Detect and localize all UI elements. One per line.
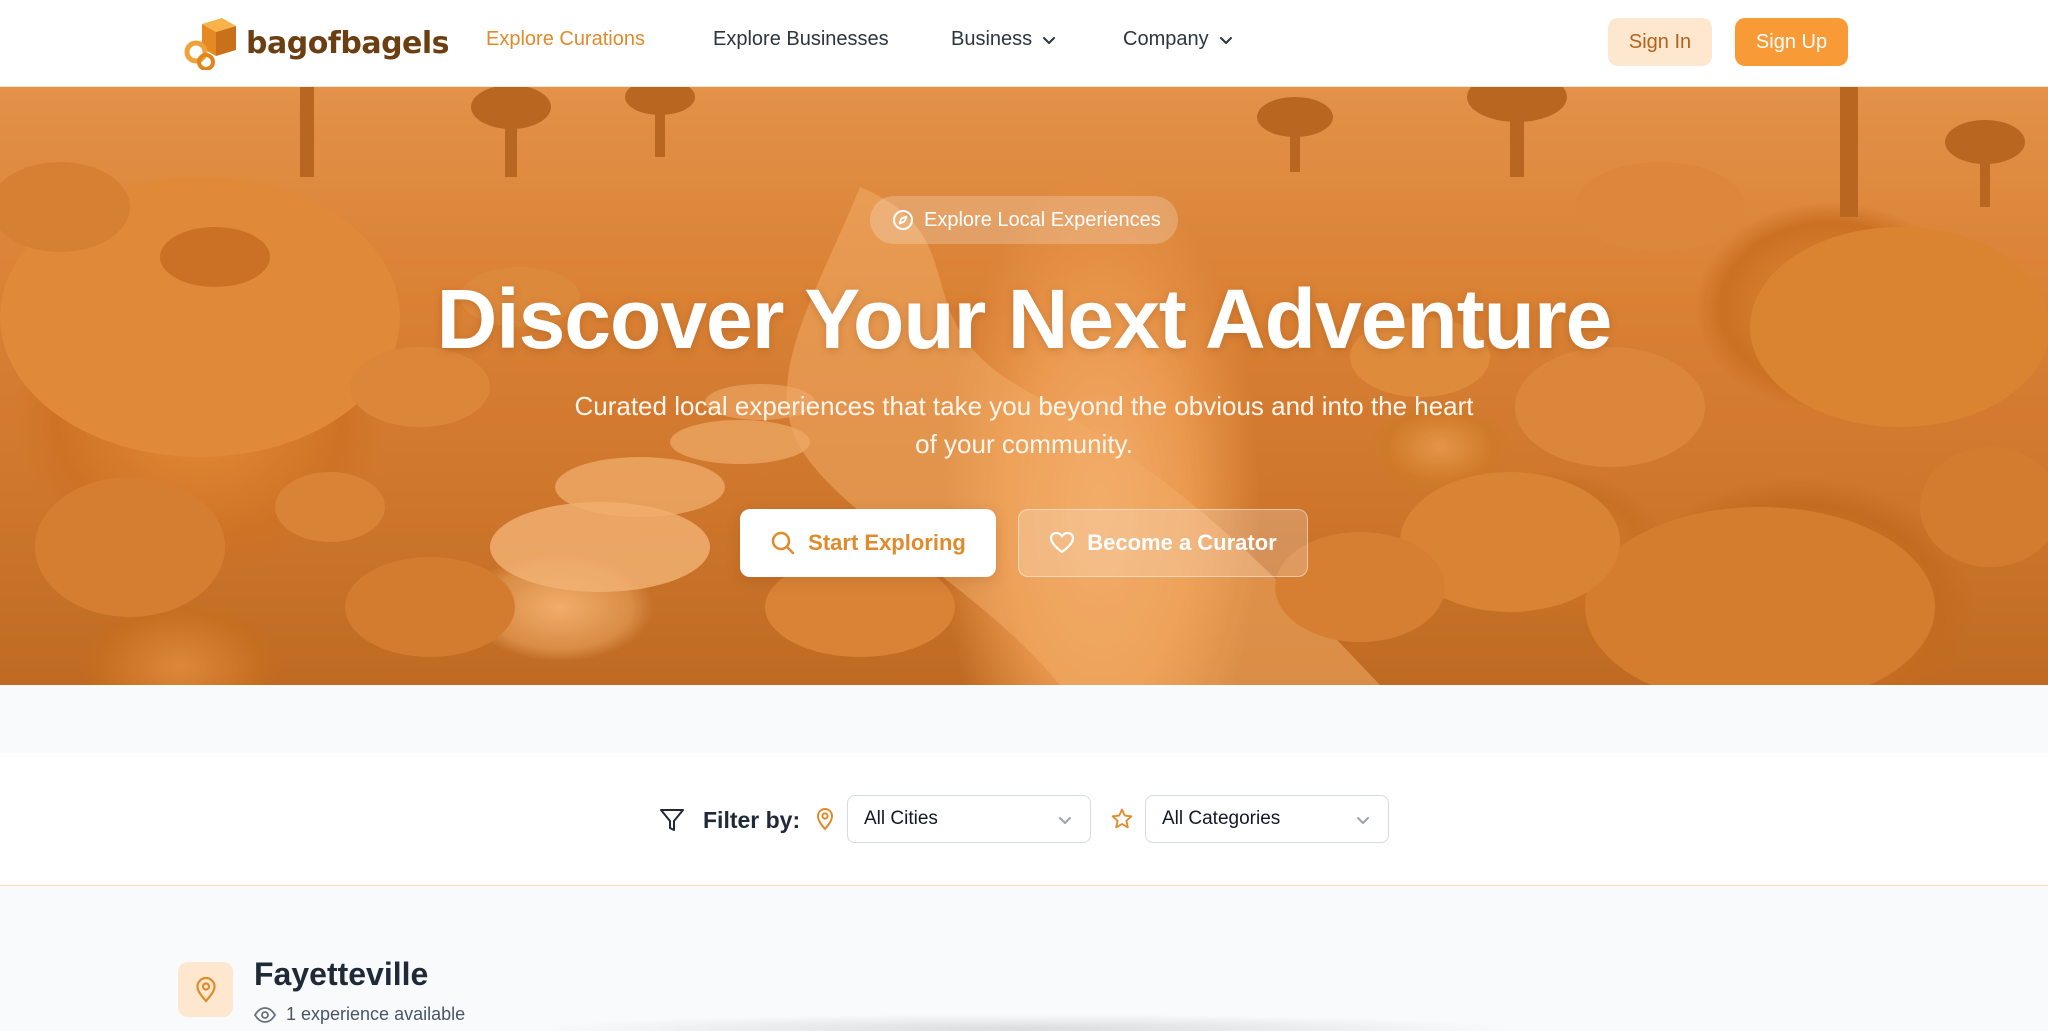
hero-tint-overlay [0,87,2048,685]
chevron-down-icon [1059,817,1071,824]
become-curator-button[interactable]: Become a Curator [1018,509,1308,577]
search-icon [771,531,795,555]
hero-subtitle: Curated local experiences that take you … [574,391,1474,459]
section-spacer [0,685,2048,753]
nav-business-label: Business [951,28,1033,50]
filter-bar: Filter by: All Cities All Categories [0,753,2048,886]
category-select[interactable]: All Categories [1145,795,1389,843]
bagel-box-logo-icon [184,18,236,70]
heart-icon [1050,531,1075,554]
map-pin-icon [816,808,834,831]
filter-funnel-icon [660,809,684,831]
experience-card-shadow [530,1014,1520,1031]
compass-icon [893,210,913,230]
chevron-down-icon [1357,817,1369,824]
chevron-down-icon [1043,36,1056,44]
nav-business-dropdown[interactable]: Business [951,28,1056,51]
nav-company-dropdown[interactable]: Company [1123,28,1233,51]
nav-company-label: Company [1123,28,1209,50]
sign-in-button[interactable]: Sign In [1608,18,1712,66]
filter-label: Filter by: [703,807,801,833]
city-select[interactable]: All Cities [847,795,1091,843]
experience-count-label: 1 experience available [286,1004,466,1024]
top-nav-bar: bagofbagels Explore Curations Explore Bu… [0,0,2048,87]
start-exploring-label: Start Exploring [808,530,966,555]
chevron-down-icon [1219,36,1232,44]
category-select-value: All Categories [1162,808,1281,829]
pill-label: Explore Local Experiences [924,208,1161,231]
map-pin-icon [195,976,216,1003]
city-section: Fayetteville 1 experience available [0,886,2048,1031]
hero-title: Discover Your Next Adventure [436,272,1613,366]
city-name: Fayetteville [254,956,429,992]
city-select-value: All Cities [864,808,938,829]
start-exploring-button[interactable]: Start Exploring [740,509,996,577]
brand-logo[interactable]: bagofbagels [182,16,450,70]
city-icon-badge [178,962,233,1017]
nav-explore-curations[interactable]: Explore Curations [486,28,645,51]
brand-name: bagofbagels [246,25,450,61]
experience-count: 1 experience available [254,1004,465,1025]
star-icon [1111,808,1133,829]
become-curator-label: Become a Curator [1087,530,1277,555]
explore-local-pill: Explore Local Experiences [870,196,1178,244]
nav-explore-businesses[interactable]: Explore Businesses [713,28,889,51]
eye-icon [254,1006,276,1023]
hero-banner: Explore Local Experiences Discover Your … [0,87,2048,685]
sign-up-button[interactable]: Sign Up [1735,18,1848,66]
